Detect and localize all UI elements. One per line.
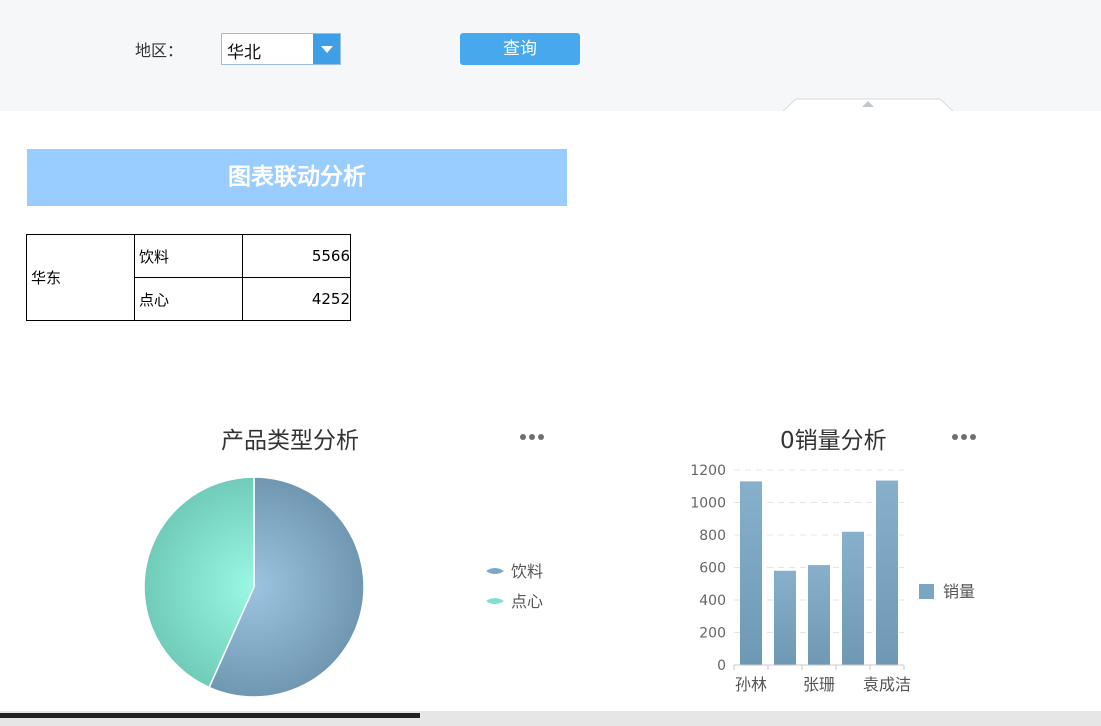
y-tick-label: 800 [699, 528, 726, 544]
table-row: 华东 饮料 5566 [26, 234, 351, 321]
legend-marker-icon [486, 568, 504, 574]
legend-marker-icon [919, 584, 934, 599]
y-tick-label: 1000 [690, 496, 726, 512]
y-tick-label: 200 [699, 626, 726, 642]
more-dot-icon [952, 434, 958, 440]
pie-chart: 饮料点心 [143, 476, 543, 698]
bar[interactable] [842, 531, 864, 665]
bar[interactable] [876, 480, 898, 665]
y-tick-label: 0 [717, 658, 726, 674]
table-cell-value: 5566 [242, 234, 351, 278]
collapse-handle[interactable] [782, 98, 954, 111]
region-select-value: 华北 [227, 43, 261, 63]
bar[interactable] [740, 481, 762, 665]
bar[interactable] [808, 565, 830, 665]
more-dot-icon [961, 434, 967, 440]
summary-table: 华东 饮料 5566 点心 4252 [26, 234, 351, 321]
chevron-down-icon [321, 46, 333, 53]
more-dot-icon [520, 434, 526, 440]
table-cell-type: 点心 [134, 277, 243, 321]
x-tick-label: 孙林 [735, 675, 767, 694]
more-dot-icon [529, 434, 535, 440]
y-tick-label: 600 [699, 561, 726, 577]
more-dot-icon [970, 434, 976, 440]
scrollbar-thumb[interactable] [0, 713, 420, 718]
pie-chart-more-button[interactable] [518, 430, 548, 444]
bar[interactable] [774, 570, 796, 665]
x-tick-label: 张珊 [803, 675, 835, 694]
query-bar: 地区： 华北 查询 [0, 0, 1101, 111]
pie-chart-title: 产品类型分析 [221, 428, 359, 454]
horizontal-scrollbar[interactable] [0, 711, 1101, 726]
x-tick-label: 袁成洁 [863, 675, 911, 694]
legend-label[interactable]: 饮料 [511, 562, 543, 581]
report-page: 地区： 华北 查询 图表联动分析 华东 饮料 5566 点心 4252 产品类型… [0, 0, 1101, 726]
region-select[interactable]: 华北 [221, 33, 341, 65]
region-label: 地区： [135, 41, 184, 60]
table-cell-value: 4252 [242, 277, 351, 321]
y-tick-label: 400 [699, 593, 726, 609]
bar-chart-more-button[interactable] [950, 430, 980, 444]
legend-marker-icon [486, 598, 504, 604]
bar-chart: 0 200 400 600 800 1000 1200 孙林 张珊 袁成洁 销量 [690, 463, 975, 694]
table-cell-type: 饮料 [134, 234, 243, 278]
dropdown-button[interactable] [313, 34, 340, 64]
query-button[interactable]: 查询 [460, 33, 580, 65]
table-cell-region: 华东 [26, 234, 135, 321]
y-tick-label: 1200 [690, 463, 726, 479]
legend-label[interactable]: 销量 [943, 582, 975, 601]
legend-label[interactable]: 点心 [511, 592, 543, 611]
banner-title: 图表联动分析 [27, 149, 567, 206]
more-dot-icon [538, 434, 544, 440]
bar-chart-title: 0销量分析 [780, 428, 887, 454]
